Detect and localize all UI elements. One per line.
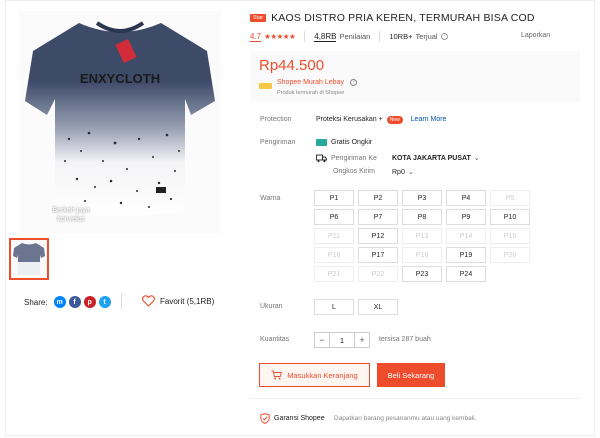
help-icon[interactable]: ? (440, 33, 448, 40)
variant-option[interactable]: P1 (314, 190, 354, 206)
quantity-input[interactable]: 1 (330, 332, 354, 348)
product-title: KAOS DISTRO PRIA KEREN, TERMURAH BISA CO… (271, 12, 535, 24)
shipping-cost-selector[interactable]: Rp0 ⌄ (392, 168, 414, 177)
ship-to-row: Pengiriman Ke (316, 154, 387, 163)
protection-text: Proteksi Kerusakan + (316, 116, 383, 123)
variant-option[interactable]: P8 (402, 209, 442, 225)
share-row: Share: m f p t (24, 296, 111, 308)
price-box: Rp44.500 Shopee Murah Lebay ? Produk ter… (250, 51, 580, 102)
variant-option: P21 (314, 266, 354, 282)
sold-label: Terjual (415, 32, 438, 41)
quantity-stepper: − 1 + (314, 332, 370, 348)
shipping-cost-value: Rp0 (392, 168, 405, 176)
free-shipping-row: Gratis Ongkir (316, 139, 372, 146)
report-link[interactable]: Laporkan (521, 32, 550, 39)
shirt-brand-text: ENXYCLOTH (80, 71, 160, 86)
buy-now-button[interactable]: Beli Sekarang (377, 363, 445, 387)
protection-label: Protection (260, 116, 292, 123)
price: Rp44.500 (259, 57, 325, 74)
decrease-button[interactable]: − (314, 332, 330, 348)
promo-logo-icon (259, 83, 272, 89)
variant-option[interactable]: P2 (358, 190, 398, 206)
promo-title-text: Shopee Murah Lebay (277, 79, 344, 86)
ship-to-selector[interactable]: KOTA JAKARTA PUSAT ⌄ (392, 154, 480, 163)
variant-option: P16 (314, 247, 354, 263)
increase-button[interactable]: + (354, 332, 370, 348)
variant-option: P13 (402, 228, 442, 244)
ship-to-value: KOTA JAKARTA PUSAT (392, 154, 471, 162)
variant-option[interactable]: P3 (402, 190, 442, 206)
shipping-label: Pengiriman (260, 139, 296, 146)
product-thumbnail[interactable] (9, 238, 49, 280)
favorite-button[interactable]: Favorit (5,1RB) (142, 295, 214, 307)
variant-option: P18 (402, 247, 442, 263)
variant-option[interactable]: P12 (358, 228, 398, 244)
twitter-icon[interactable]: t (98, 296, 111, 308)
size-option-xl[interactable]: XL (358, 299, 398, 315)
ratings-count[interactable]: 4,8RB (314, 32, 337, 42)
pinterest-icon[interactable]: p (83, 296, 96, 308)
size-label: Ukuran (260, 303, 283, 310)
protection-row: Proteksi Kerusakan + New Learn More (316, 116, 446, 124)
variant-option: P22 (358, 266, 398, 282)
variant-option[interactable]: P9 (446, 209, 486, 225)
learn-more-link[interactable]: Learn More (411, 116, 447, 123)
watermark-text: Berkah jaya konveksi (52, 207, 90, 223)
variant-option: P11 (314, 228, 354, 244)
variant-option[interactable]: P7 (358, 209, 398, 225)
messenger-icon[interactable]: m (53, 296, 66, 308)
variant-option[interactable]: P10 (490, 209, 530, 225)
variant-option[interactable]: P17 (358, 247, 398, 263)
free-shipping-icon (316, 139, 327, 146)
variant-option: P5 (490, 190, 530, 206)
title-row: Star KAOS DISTRO PRIA KEREN, TERMURAH BI… (250, 12, 535, 24)
share-label: Share: (24, 297, 48, 307)
sold-divider (379, 31, 381, 42)
guarantee-row[interactable]: Garansi Shopee (260, 413, 325, 424)
variant-option: P14 (446, 228, 486, 244)
stock-text: tersisa 287 buah (379, 336, 431, 343)
promo-title[interactable]: Shopee Murah Lebay ? (277, 79, 357, 86)
share-divider (121, 293, 122, 309)
add-to-cart-label: Masukkan Keranjang (287, 370, 358, 380)
rating-row: 4.7 ★★★★★ 4,8RB Penilaian 10RB+ Terjual … (250, 31, 448, 42)
favorite-label: Favorit (5,1RB) (160, 296, 215, 306)
rating-divider (304, 31, 306, 42)
promo-subtitle: Produk termurah di Shopee (277, 90, 345, 96)
quantity-label: Kuantitas (260, 336, 290, 343)
variant-option[interactable]: P23 (402, 266, 442, 282)
variant-option[interactable]: P19 (446, 247, 486, 263)
ship-to-label: Pengiriman Ke (331, 155, 377, 162)
rating-stars-icon: ★★★★★ (264, 32, 296, 41)
new-badge: New (386, 116, 403, 124)
facebook-icon[interactable]: f (68, 296, 81, 308)
guarantee-title: Garansi Shopee (274, 415, 325, 422)
variant-option: P20 (490, 247, 530, 263)
add-to-cart-button[interactable]: Masukkan Keranjang (259, 363, 370, 387)
variant-option[interactable]: P4 (446, 190, 486, 206)
chevron-down-icon: ⌄ (473, 155, 480, 162)
heart-icon (142, 295, 155, 307)
divider (250, 398, 580, 399)
cart-icon (271, 370, 283, 380)
free-shipping-text: Gratis Ongkir (331, 139, 373, 146)
product-main-image[interactable]: ENXYCLOTH Berkah jaya konveksi (19, 11, 221, 233)
variant-option: P15 (490, 228, 530, 244)
promo-help-icon[interactable]: ? (349, 79, 357, 86)
variant-option[interactable]: P6 (314, 209, 354, 225)
truck-icon (316, 154, 327, 163)
size-option-l[interactable]: L (314, 299, 354, 315)
chevron-down-icon: ⌄ (407, 169, 414, 176)
star-badge: Star (250, 14, 267, 22)
variant-option[interactable]: P24 (446, 266, 486, 282)
variant-label: Warna (260, 195, 281, 202)
sold-count: 10RB+ (389, 32, 413, 41)
shield-icon (260, 413, 270, 424)
shipping-cost-label: Ongkos Kirim (333, 168, 376, 175)
ratings-label: Penilaian (339, 32, 371, 41)
guarantee-description: Dapatkan barang pesananmu atau uang kemb… (334, 415, 477, 422)
rating-value[interactable]: 4.7 (250, 32, 262, 42)
